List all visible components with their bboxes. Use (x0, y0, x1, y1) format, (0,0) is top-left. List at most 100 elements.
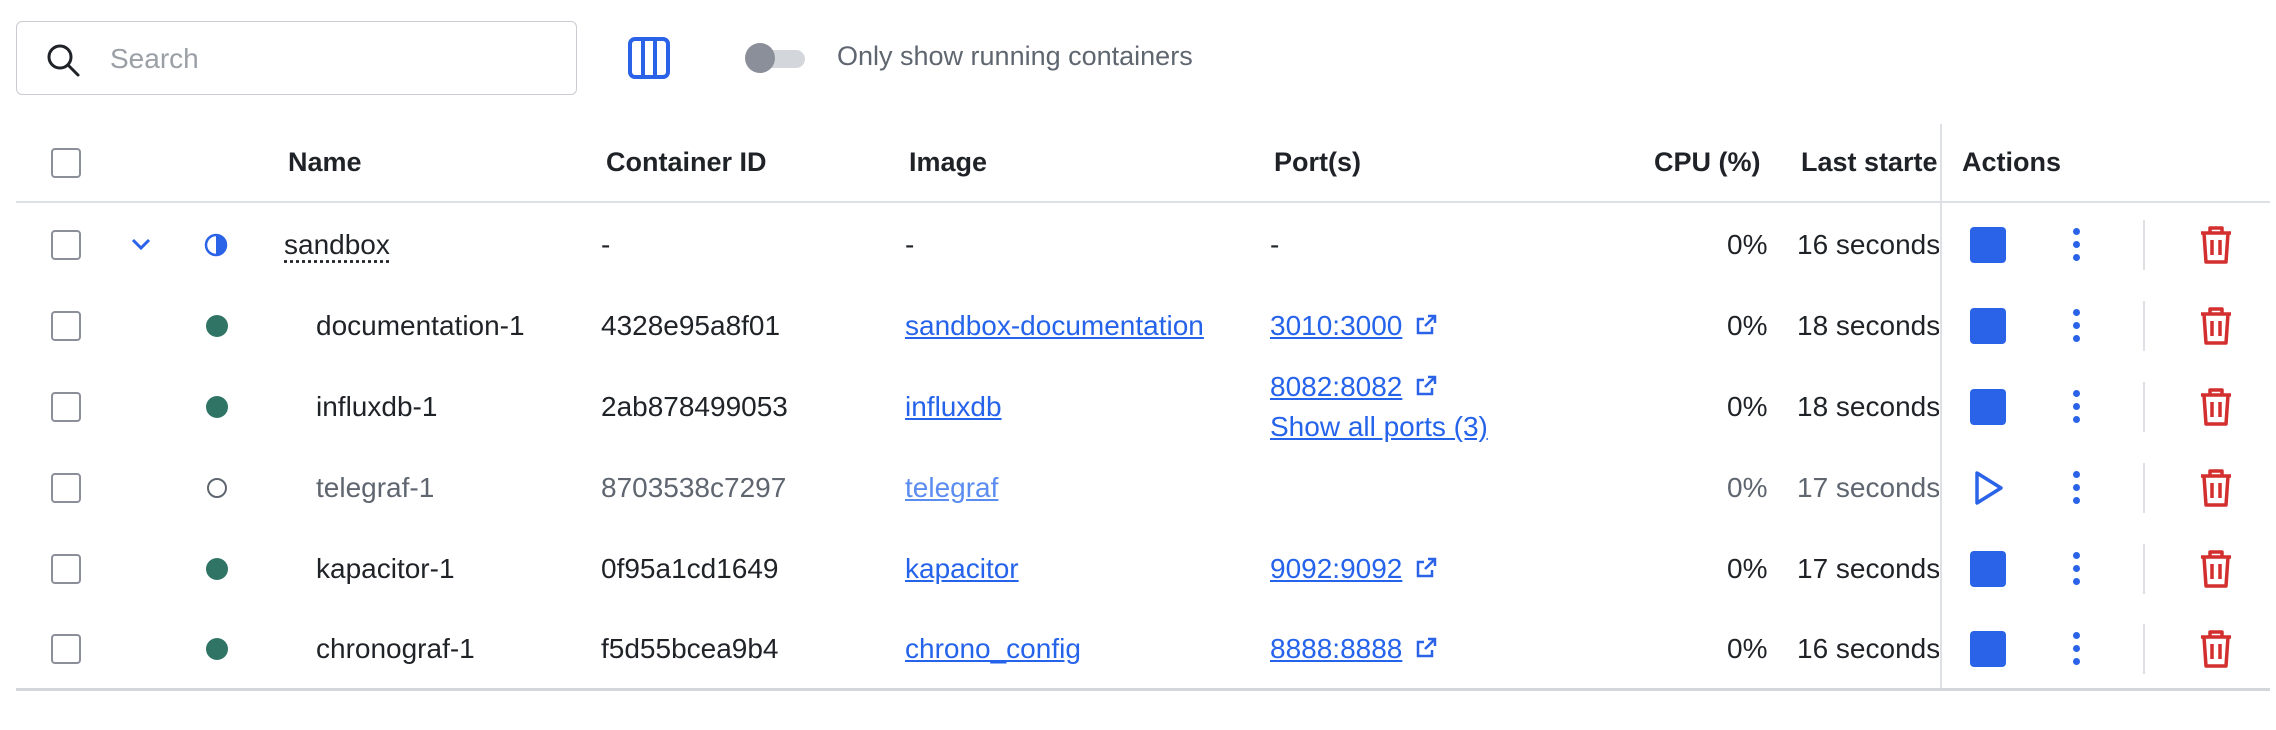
external-link-icon[interactable] (1414, 374, 1438, 398)
container-name[interactable]: chronograf-1 (316, 633, 475, 665)
stop-button[interactable] (1970, 227, 2006, 263)
stop-button[interactable] (1970, 389, 2006, 425)
trash-icon[interactable] (2198, 468, 2234, 508)
stop-button[interactable] (1970, 308, 2006, 344)
search-input[interactable] (108, 36, 552, 82)
group-name[interactable]: sandbox (284, 229, 390, 261)
container-id: 4328e95a8f01 (601, 310, 781, 341)
column-header-actions: Actions (1962, 147, 2062, 177)
trash-icon[interactable] (2198, 629, 2234, 669)
port-link[interactable]: 9092:9092 (1270, 553, 1402, 584)
container-name[interactable]: influxdb-1 (316, 391, 437, 423)
more-options-icon[interactable] (2070, 387, 2082, 427)
cpu-value: 0% (1727, 633, 1768, 664)
port-link[interactable]: 8082:8082 (1270, 371, 1402, 402)
action-divider (2143, 220, 2145, 270)
toggle-knob (745, 43, 775, 73)
column-header-cpu[interactable]: CPU (%) (1654, 147, 1761, 178)
search-box[interactable] (16, 21, 577, 95)
row-checkbox[interactable] (51, 473, 81, 503)
port-cell: 8888:8888 (1270, 633, 1438, 665)
stop-button[interactable] (1970, 551, 2006, 587)
column-header-container-id[interactable]: Container ID (606, 147, 767, 178)
more-options-icon[interactable] (2070, 629, 2082, 669)
header-divider (16, 201, 2270, 203)
container-id: f5d55bcea9b4 (601, 633, 779, 664)
image-link[interactable]: telegraf (905, 472, 998, 504)
image-name: - (905, 229, 915, 260)
running-status-icon (206, 558, 228, 580)
container-name[interactable]: documentation-1 (316, 310, 525, 342)
row-checkbox[interactable] (51, 554, 81, 584)
running-status-icon (206, 638, 228, 660)
container-id: - (601, 229, 611, 260)
last-started: 18 seconds (1797, 310, 1939, 341)
running-status-icon (206, 396, 228, 418)
trash-icon[interactable] (2198, 225, 2234, 265)
last-started: 17 seconds (1797, 553, 1939, 584)
select-all-checkbox[interactable] (51, 148, 81, 178)
table-bottom-border (16, 688, 2270, 691)
columns-toggle-button[interactable] (627, 36, 671, 80)
trash-icon[interactable] (2198, 387, 2234, 427)
container-name[interactable]: telegraf-1 (316, 472, 434, 504)
port-link[interactable]: 3010:3000 (1270, 310, 1402, 341)
action-divider (2143, 301, 2145, 351)
last-started: 16 seconds (1797, 229, 1939, 260)
cpu-value: 0% (1727, 391, 1768, 422)
cpu-value: 0% (1727, 229, 1768, 260)
column-header-name[interactable]: Name (288, 147, 362, 178)
last-started: 18 seconds (1797, 391, 1939, 422)
more-options-icon[interactable] (2070, 225, 2082, 265)
image-link[interactable]: chrono_config (905, 633, 1081, 665)
port-cell: 3010:3000 (1270, 310, 1438, 342)
action-divider (2143, 382, 2145, 432)
more-options-icon[interactable] (2070, 306, 2082, 346)
port-cell: 9092:9092 (1270, 553, 1438, 585)
row-checkbox[interactable] (51, 634, 81, 664)
column-header-ports[interactable]: Port(s) (1274, 147, 1361, 178)
action-divider (2143, 624, 2145, 674)
column-header-last-started[interactable]: Last starte (1801, 147, 1939, 178)
row-checkbox[interactable] (51, 311, 81, 341)
trash-icon[interactable] (2198, 306, 2234, 346)
last-started: 17 seconds (1797, 472, 1939, 503)
last-started: 16 seconds (1797, 633, 1939, 664)
cpu-value: 0% (1727, 553, 1768, 584)
play-icon[interactable] (1968, 468, 2008, 508)
port-value: - (1270, 229, 1280, 260)
running-status-icon (206, 315, 228, 337)
image-link[interactable]: influxdb (905, 391, 1002, 423)
toggle-label: Only show running containers (837, 41, 1193, 71)
stop-button[interactable] (1970, 631, 2006, 667)
stopped-status-icon (207, 478, 227, 498)
row-checkbox[interactable] (51, 392, 81, 422)
trash-icon[interactable] (2198, 549, 2234, 589)
port-link[interactable]: 8888:8888 (1270, 633, 1402, 664)
action-divider (2143, 463, 2145, 513)
cpu-value: 0% (1727, 472, 1768, 503)
more-options-icon[interactable] (2070, 468, 2082, 508)
actions-column-divider (1940, 124, 1942, 689)
action-divider (2143, 544, 2145, 594)
more-options-icon[interactable] (2070, 549, 2082, 589)
external-link-icon[interactable] (1414, 313, 1438, 337)
container-id: 0f95a1cd1649 (601, 553, 779, 584)
partial-running-status-icon (204, 233, 228, 257)
show-all-ports-link[interactable]: Show all ports (3) (1270, 411, 1488, 443)
container-name[interactable]: kapacitor-1 (316, 553, 455, 585)
container-id: 2ab878499053 (601, 391, 788, 422)
external-link-icon[interactable] (1414, 556, 1438, 580)
container-id: 8703538c7297 (601, 472, 787, 503)
column-header-image[interactable]: Image (909, 147, 987, 178)
image-link[interactable]: sandbox-documentation (905, 310, 1204, 342)
port-cell: 8082:8082 (1270, 371, 1438, 403)
cpu-value: 0% (1727, 310, 1768, 341)
running-only-toggle[interactable] (745, 43, 807, 73)
columns-icon (628, 37, 670, 79)
image-link[interactable]: kapacitor (905, 553, 1019, 585)
row-checkbox[interactable] (51, 230, 81, 260)
external-link-icon[interactable] (1414, 636, 1438, 660)
chevron-down-icon[interactable] (130, 236, 152, 252)
search-icon (47, 44, 80, 77)
